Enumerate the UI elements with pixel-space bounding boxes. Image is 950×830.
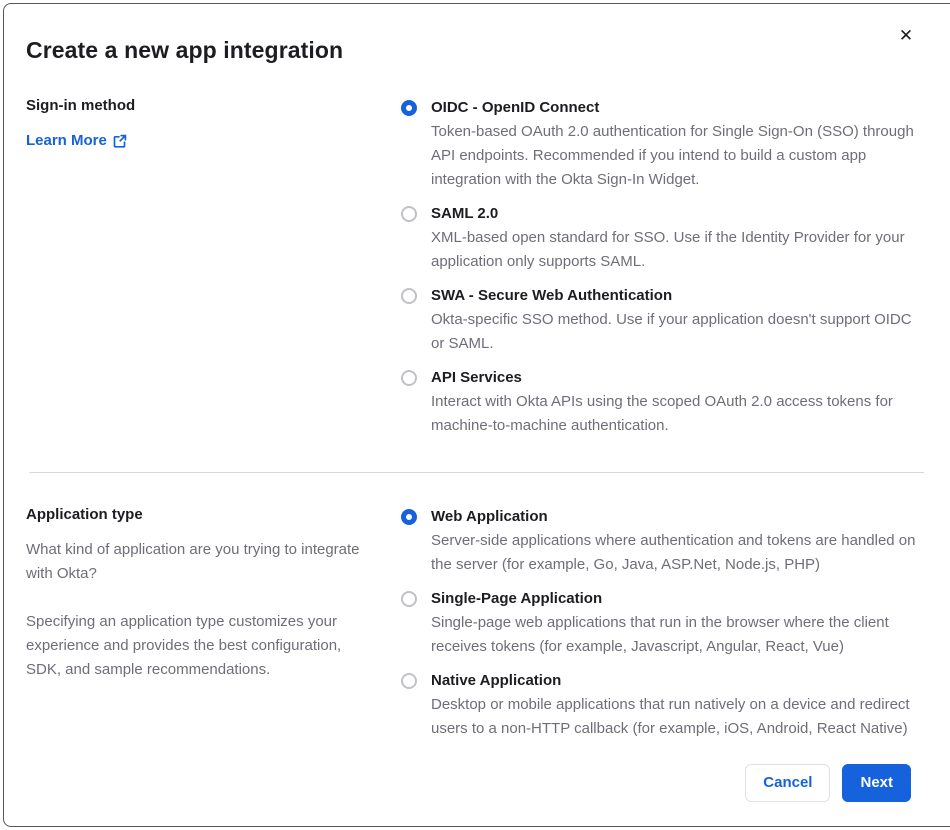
sign-in-method-label: Sign-in method [26,97,136,114]
application-type-options: Web Application Server-side applications… [398,505,927,741]
option-single-page-application-title[interactable]: Single-Page Application [431,587,925,611]
radio-unselected-icon[interactable] [401,288,417,304]
option-saml-body: SAML 2.0 XML-based open standard for SSO… [431,202,925,274]
option-swa-body: SWA - Secure Web Authentication Okta-spe… [431,284,925,356]
radio-selected-icon[interactable] [401,509,417,525]
option-oidc-body: OIDC - OpenID Connect Token-based OAuth … [431,96,925,192]
option-swa-title[interactable]: SWA - Secure Web Authentication [431,284,925,308]
option-oidc-title[interactable]: OIDC - OpenID Connect [431,96,925,120]
application-type-section: Application type What kind of applicatio… [26,505,927,741]
option-swa-description: Okta-specific SSO method. Use if your ap… [431,311,912,352]
option-single-page-application: Single-Page Application Single-page web … [398,587,925,659]
sign-in-method-section: Sign-in method Learn More OIDC - OpenID … [26,96,927,438]
option-single-page-application-body: Single-Page Application Single-page web … [431,587,925,659]
radio-selected-icon[interactable] [401,100,417,116]
radio-unselected-icon[interactable] [401,673,417,689]
dialog-content: ✕ Create a new app integration Sign-in m… [4,4,950,826]
option-web-application: Web Application Server-side applications… [398,505,925,577]
option-api-services-title[interactable]: API Services [431,366,925,390]
option-saml-description: XML-based open standard for SSO. Use if … [431,229,905,270]
application-type-label: Application type [26,506,143,523]
application-type-description-1: What kind of application are you trying … [26,541,360,582]
sign-in-method-options: OIDC - OpenID Connect Token-based OAuth … [398,96,927,438]
learn-more-link[interactable]: Learn More [26,131,127,151]
option-api-services-description: Interact with Okta APIs using the scoped… [431,393,893,434]
cancel-button[interactable]: Cancel [745,764,831,802]
option-oidc-description: Token-based OAuth 2.0 authentication for… [431,123,914,188]
application-type-description-2: Specifying an application type customize… [26,613,342,678]
page-title: Create a new app integration [26,37,344,63]
application-type-left-column: Application type What kind of applicatio… [26,505,398,682]
learn-more-label: Learn More [26,132,107,149]
dialog-footer: Cancel Next [745,764,911,802]
option-native-application-description: Desktop or mobile applications that run … [431,696,910,737]
option-native-application-title[interactable]: Native Application [431,669,925,693]
radio-unselected-icon[interactable] [401,370,417,386]
option-web-application-description: Server-side applications where authentic… [431,532,916,573]
external-link-icon [113,134,127,148]
option-swa: SWA - Secure Web Authentication Okta-spe… [398,284,925,356]
option-web-application-title[interactable]: Web Application [431,505,925,529]
option-native-application-body: Native Application Desktop or mobile app… [431,669,925,741]
create-app-integration-dialog: ✕ Create a new app integration Sign-in m… [3,3,950,827]
option-saml-title[interactable]: SAML 2.0 [431,202,925,226]
option-saml: SAML 2.0 XML-based open standard for SSO… [398,202,925,274]
section-divider [29,472,924,473]
next-button[interactable]: Next [842,764,911,802]
option-web-application-body: Web Application Server-side applications… [431,505,925,577]
radio-unselected-icon[interactable] [401,591,417,607]
option-api-services: API Services Interact with Okta APIs usi… [398,366,925,438]
option-api-services-body: API Services Interact with Okta APIs usi… [431,366,925,438]
close-icon[interactable]: ✕ [894,24,918,48]
sign-in-method-left-column: Sign-in method Learn More [26,96,398,151]
option-single-page-application-description: Single-page web applications that run in… [431,614,889,655]
option-oidc: OIDC - OpenID Connect Token-based OAuth … [398,96,925,192]
option-native-application: Native Application Desktop or mobile app… [398,669,925,741]
radio-unselected-icon[interactable] [401,206,417,222]
